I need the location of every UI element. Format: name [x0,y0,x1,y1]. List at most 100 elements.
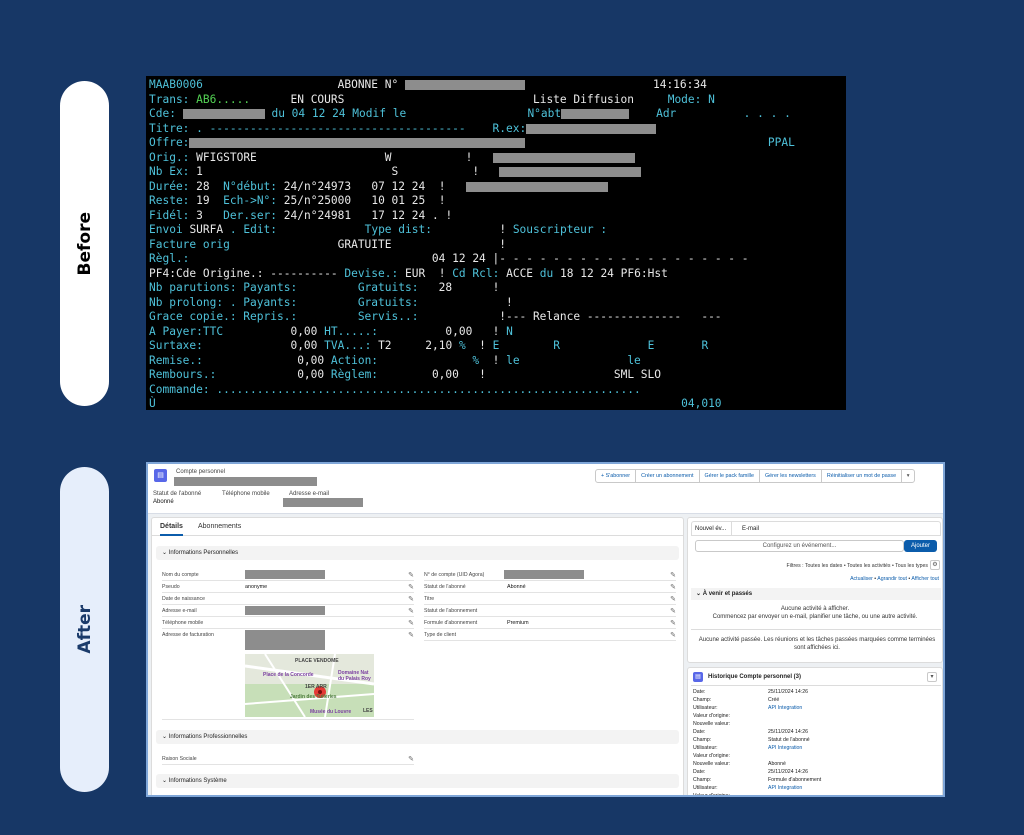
history-user-link[interactable]: API Integration [768,705,858,711]
edit-icon[interactable]: ✎ [670,631,676,639]
term-row-11: Envoi SURFA . Edit: Type dist: ! Souscri… [149,223,608,236]
edit-icon[interactable]: ✎ [670,619,676,627]
field-client-type: Type de client ✎ [424,631,676,641]
section-pro-info[interactable]: ⌄ Informations Professionnelles [156,730,679,744]
field-company: Raison Sociale ✎ [162,755,414,765]
highlight-label-email: Adresse e-mail [289,491,330,497]
map-label: LES [363,708,373,714]
history-label: Date: [693,769,706,775]
term-row-9: Reste: 19 Ech->N°: 25/n°25000 10 01 25 ! [149,194,446,207]
no-activity-text: Aucune activité à afficher. [780,606,850,612]
field-account-name: Nom du compte ✎ [162,570,414,581]
field-pseudo: Pseudo anonyme ✎ [162,583,414,593]
manage-newsletters-button[interactable]: Gérer les newsletters [758,469,822,483]
term-row-10: Fidél: 3 Der.ser: 24/n°24981 17 12 24 . … [149,209,453,222]
edit-icon[interactable]: ✎ [670,595,676,603]
history-title: Historique Compte personnel (3) [708,674,802,680]
field-mobile: Téléphone mobile ✎ [162,619,414,629]
reset-password-button[interactable]: Réinitialiser un mot de passe [820,469,903,483]
activity-links: Actualiser • Agrandir tout • Afficher to… [850,576,939,582]
tab-new-event[interactable]: Nouvel év... [692,522,732,536]
map-label: Jardin des Tuileries [290,694,337,700]
field-plan: Formule d'abonnement Premium ✎ [424,619,676,629]
term-row-1: MAAB0006 ABONNE N° 14:16:34 [149,78,707,91]
edit-icon[interactable]: ✎ [408,595,414,603]
highlight-label-phone: Téléphone mobile [222,491,270,497]
section-system-info[interactable]: ⌄ Informations Système [156,774,679,788]
history-label: Utilisateur: [693,705,718,711]
term-row-13: Règl.: 04 12 24 |- - - - - - - - - - - -… [149,252,749,265]
billing-divider [162,719,414,720]
edit-icon[interactable]: ✎ [408,631,414,639]
field-title: Titre ✎ [424,595,676,605]
subscribe-button[interactable]: + S'abonner [595,469,637,483]
term-row-19: Surtaxe: 0,00 TVA...: T2 2,10 % ! E R E … [149,339,709,352]
history-date: 25/11/2024 14:26 [768,729,808,735]
create-subscription-button[interactable]: Créer un abonnement [635,469,700,483]
history-user-link[interactable]: API Integration [768,745,858,751]
detail-tabs: Détails Abonnements [152,518,683,536]
term-row-15: Nb parutions: Payants: Gratuits: 28 ! [149,281,500,294]
edit-icon[interactable]: ✎ [408,619,414,627]
history-label: Date: [693,729,706,735]
term-row-3: Cde: du 04 12 24 Modif le N°abt Adr . . … [149,107,791,120]
term-row-12: Facture orig GRATUITE ! [149,238,507,251]
edit-icon[interactable]: ✎ [670,571,676,579]
history-label: Valeur d'origine: [693,713,730,719]
history-label: Nouvelle valeur: [693,761,731,767]
show-all-link[interactable]: Afficher tout [911,576,939,582]
manage-family-pack-button[interactable]: Gérer le pack famille [698,469,760,483]
edit-icon[interactable]: ✎ [408,571,414,579]
edit-icon[interactable]: ✎ [408,607,414,615]
field-account-number: N° de compte (UID Agora) ✎ [424,570,676,581]
tab-email[interactable]: E-mail [742,522,759,536]
field-birthdate: Date de naissance ✎ [162,595,414,605]
expand-all-link[interactable]: Agrandir tout [877,576,907,582]
field-subscription-status: Statut de l'abonnement ✎ [424,607,676,617]
billing-map[interactable]: PLACE VENDOME Place de la Concorde Domai… [245,654,374,717]
history-field: Formule d'abonnement [768,777,822,783]
edit-icon[interactable]: ✎ [670,607,676,615]
map-label: Musée du Louvre [310,709,352,715]
history-label: Champ: [693,737,712,743]
more-actions-button[interactable]: ▾ [901,469,916,483]
term-row-18: A Payer:TTC 0,00 HT.....: 0,00 ! N [149,325,513,338]
record-header: ▤ Compte personnel + S'abonner Créer un … [148,464,943,514]
before-label: Before [74,211,95,276]
terminal-screen: MAAB0006 ABONNE N° 14:16:34 Trans: AB6..… [146,76,846,410]
history-field: Statut de l'abonné [768,737,810,743]
edit-icon[interactable]: ✎ [408,583,414,591]
history-menu-button[interactable]: ▾ [927,672,937,682]
crm-record-page: ▤ Compte personnel + S'abonner Créer un … [146,462,945,797]
field-email: Adresse e-mail ✎ [162,606,414,617]
refresh-link[interactable]: Actualiser [850,576,873,582]
details-panel: Détails Abonnements ⌄ Informations Perso… [151,517,684,795]
term-row-6: Orig.: WFIGSTORE W ! [149,151,635,165]
before-label-pill: Before [60,81,109,406]
activity-filters: Filtres : Toutes les dates • Toutes les … [786,563,928,569]
history-date: 25/11/2024 14:26 [768,689,808,695]
term-row-14: PF4:Cde Origine.: ---------- Devise.: EU… [149,267,668,280]
map-label: 1ER ARR [305,684,327,690]
term-row-5: Offre: PPAL [149,136,795,149]
term-row-23: Ù 04,010 [149,397,722,410]
map-label: Place de la Concorde [263,672,314,678]
history-label: Utilisateur: [693,745,718,751]
email-masked [283,498,363,507]
edit-icon[interactable]: ✎ [408,755,414,763]
event-input[interactable]: Configurez un événement... [695,540,904,552]
tab-subscriptions[interactable]: Abonnements [198,523,241,530]
history-user-link[interactable]: API Integration [768,785,858,791]
add-button[interactable]: Ajouter [904,540,937,552]
edit-icon[interactable]: ✎ [670,583,676,591]
term-row-17: Grace copie.: Repris.: Servis..: !--- Re… [149,310,722,323]
history-label: Valeur d'origine: [693,753,730,759]
tab-details[interactable]: Détails [160,523,183,536]
activity-tabs: Nouvel év... E-mail [691,521,941,536]
section-personal-info[interactable]: ⌄ Informations Personnelles [156,546,679,560]
upcoming-section[interactable]: ⌄ À venir et passés [691,588,941,600]
highlight-label-status: Statut de l'abonné [153,491,202,497]
history-label: Champ: [693,697,712,703]
gear-icon[interactable]: ⚙ [930,560,940,570]
term-row-2: Trans: AB6..... EN COURS Liste Diffusion… [149,93,715,106]
